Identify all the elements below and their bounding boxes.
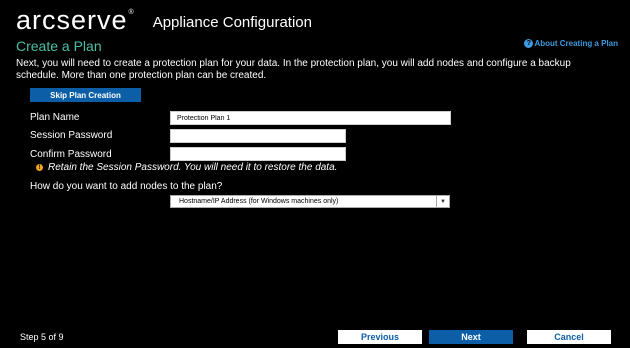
confirm-password-label: Confirm Password — [30, 149, 112, 160]
session-password-label: Session Password — [30, 130, 113, 141]
confirm-password-input[interactable] — [170, 147, 346, 161]
logo-text: arcserve — [16, 4, 128, 35]
app-title: Appliance Configuration — [152, 13, 312, 31]
help-circle-icon: ? — [524, 39, 534, 48]
add-nodes-method-select[interactable]: Hostname/IP Address (for Windows machine… — [170, 195, 450, 208]
step-indicator: Step 5 of 9 — [20, 332, 64, 342]
previous-button[interactable]: Previous — [338, 330, 422, 344]
retain-password-note: ! Retain the Session Password. You will … — [36, 162, 337, 173]
retain-note-text: Retain the Session Password. You will ne… — [48, 162, 338, 173]
arcserve-logo: arcserve® — [16, 4, 135, 35]
trademark-symbol: ® — [128, 8, 135, 16]
plan-name-label: Plan Name — [30, 112, 80, 123]
about-creating-plan-link[interactable]: ? About Creating a Plan — [524, 39, 618, 48]
page-title: Create a Plan — [16, 38, 102, 54]
warning-circle-icon: ! — [36, 164, 43, 171]
intro-text: Next, you will need to create a protecti… — [16, 58, 571, 81]
add-nodes-question: How do you want to add nodes to the plan… — [30, 181, 223, 192]
chevron-down-icon[interactable]: ▼ — [436, 196, 449, 207]
session-password-input[interactable] — [170, 129, 346, 143]
help-link-label: About Creating a Plan — [534, 39, 618, 48]
plan-name-input[interactable] — [170, 111, 451, 125]
next-button[interactable]: Next — [429, 330, 513, 344]
app-header: arcserve® Appliance Configuration — [16, 4, 312, 36]
skip-plan-creation-button[interactable]: Skip Plan Creation — [30, 88, 141, 102]
cancel-button[interactable]: Cancel — [527, 330, 611, 344]
add-nodes-method-value: Hostname/IP Address (for Windows machine… — [179, 198, 339, 205]
